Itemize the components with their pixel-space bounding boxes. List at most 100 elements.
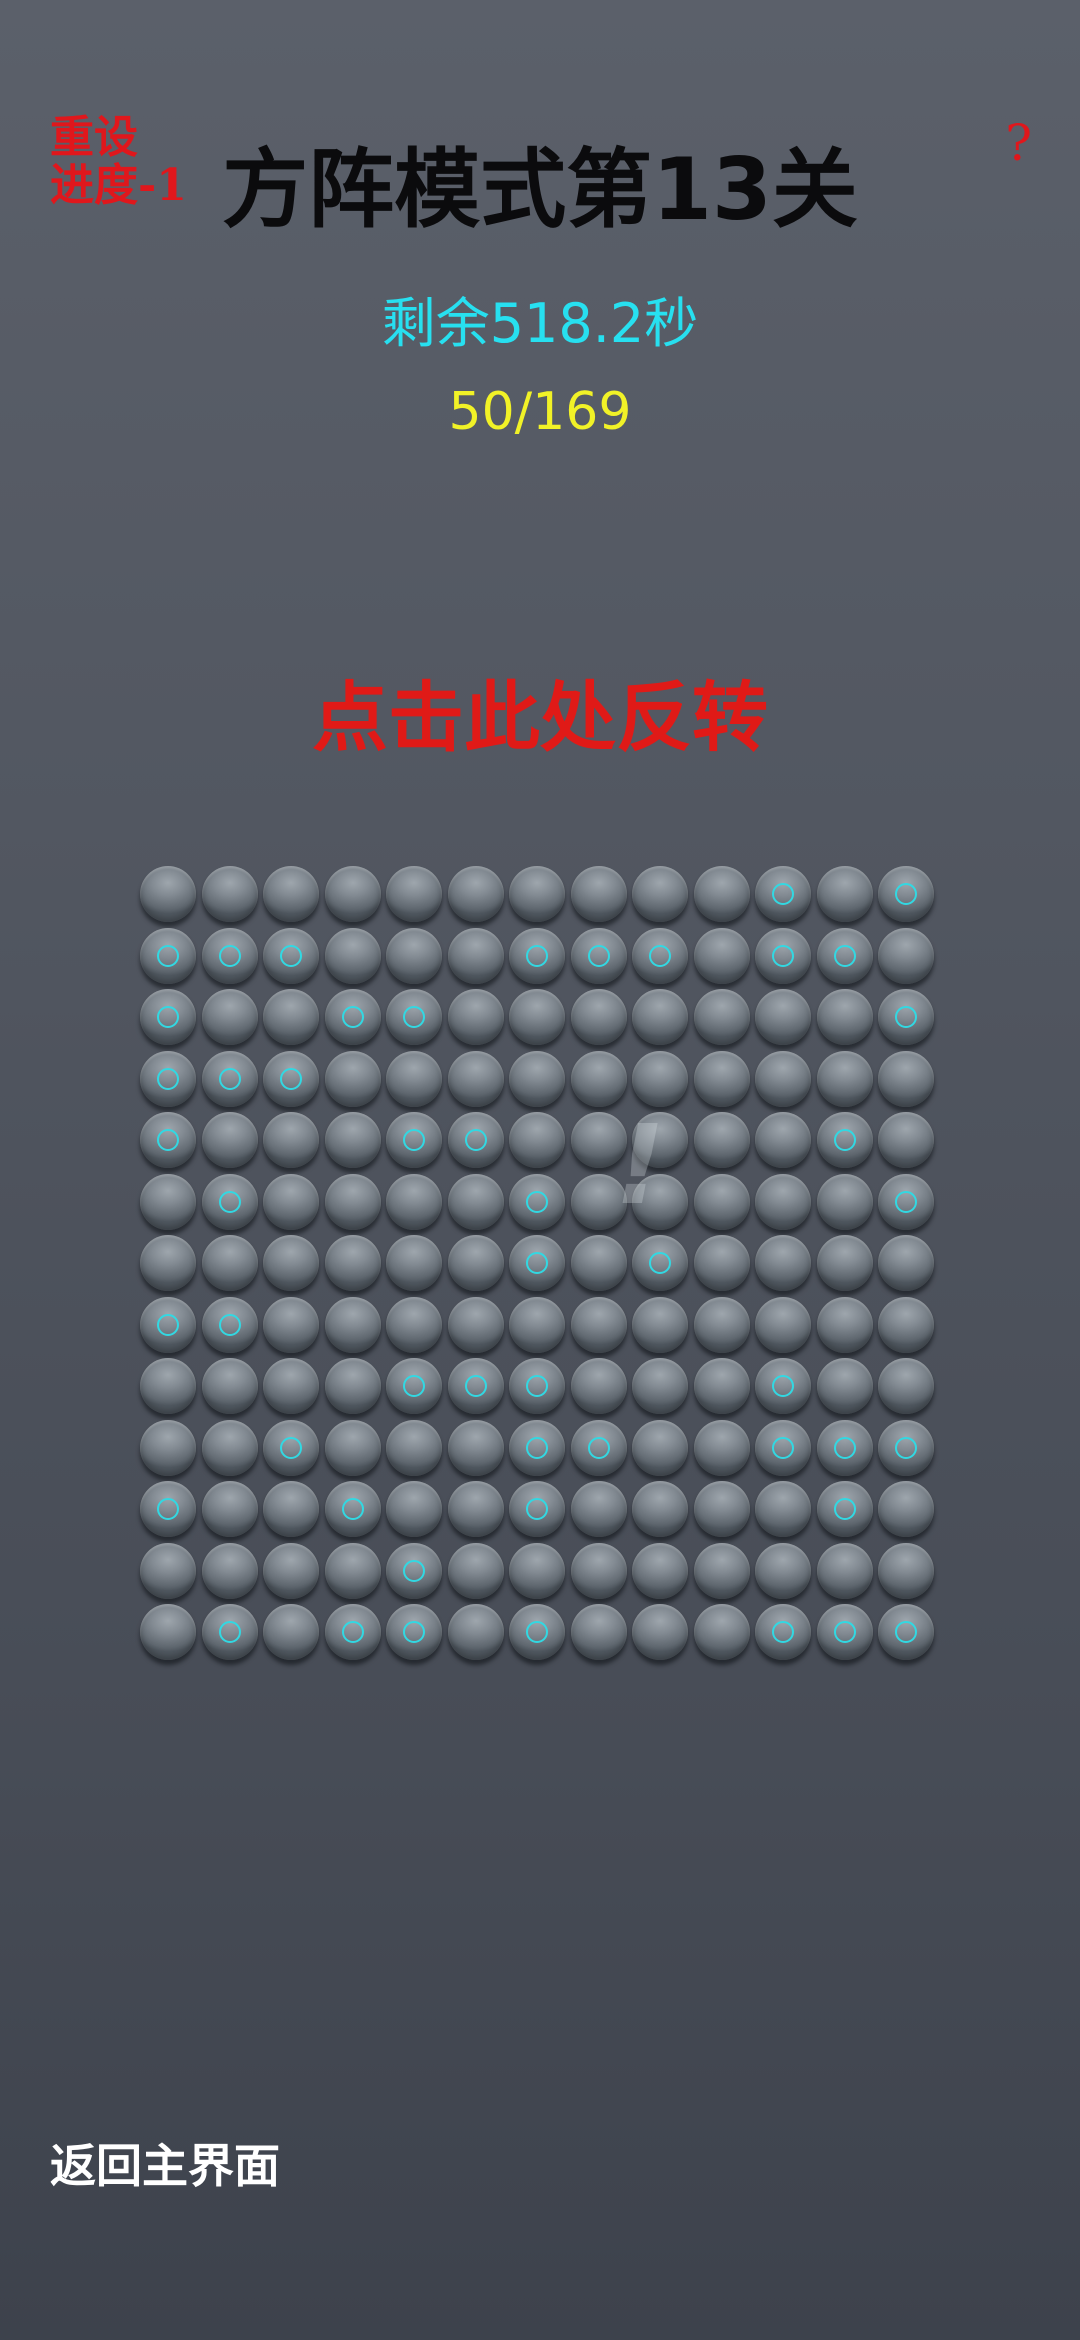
board-cell-on[interactable] [816, 927, 873, 984]
board-cell-on[interactable] [140, 1296, 196, 1353]
help-button[interactable]: ? [1005, 114, 1032, 172]
board-cell-on[interactable] [263, 927, 319, 984]
board-cell-off[interactable] [263, 1173, 319, 1230]
board-cell-off[interactable] [447, 1296, 504, 1353]
board-cell-on[interactable] [386, 989, 442, 1045]
board-cell-off[interactable] [140, 1235, 196, 1291]
board-cell-off[interactable] [509, 989, 565, 1045]
board-cell-off[interactable] [632, 989, 688, 1045]
board-cell-off[interactable] [693, 1358, 750, 1414]
board-cell-off[interactable] [570, 1296, 627, 1353]
board-cell-off[interactable] [140, 866, 196, 922]
board-cell-on[interactable] [447, 1112, 504, 1168]
board-cell-off[interactable] [632, 1112, 688, 1168]
board-cell-on[interactable] [201, 927, 258, 984]
board-cell-off[interactable] [447, 866, 504, 922]
board-cell-off[interactable] [878, 1481, 934, 1537]
board-cell-off[interactable] [878, 1112, 934, 1168]
board-cell-off[interactable] [324, 1419, 381, 1476]
board-cell-off[interactable] [878, 1050, 934, 1107]
board-cell-off[interactable] [570, 1542, 627, 1599]
board-cell-on[interactable] [632, 927, 688, 984]
board-cell-on[interactable] [570, 927, 627, 984]
board-cell-off[interactable] [140, 1542, 196, 1599]
board-cell-off[interactable] [447, 989, 504, 1045]
board-cell-off[interactable] [816, 1173, 873, 1230]
board-cell-off[interactable] [324, 1358, 381, 1414]
board-cell-off[interactable] [570, 1112, 627, 1168]
board-cell-off[interactable] [693, 1235, 750, 1291]
board-cell-on[interactable] [509, 1173, 565, 1230]
board-cell-off[interactable] [755, 1296, 811, 1353]
board-cell-off[interactable] [386, 866, 442, 922]
board-cell-off[interactable] [386, 1419, 442, 1476]
board-cell-on[interactable] [755, 866, 811, 922]
board-cell-on[interactable] [386, 1112, 442, 1168]
board-cell-off[interactable] [693, 866, 750, 922]
board-cell-on[interactable] [140, 1050, 196, 1107]
board-cell-off[interactable] [693, 989, 750, 1045]
board-cell-off[interactable] [447, 1050, 504, 1107]
board-cell-off[interactable] [816, 1235, 873, 1291]
board-cell-on[interactable] [878, 1604, 934, 1660]
board-cell-on[interactable] [509, 1419, 565, 1476]
board-cell-off[interactable] [140, 1358, 196, 1414]
board-cell-off[interactable] [570, 1604, 627, 1660]
board-cell-off[interactable] [324, 1296, 381, 1353]
board-cell-off[interactable] [816, 1358, 873, 1414]
board-cell-off[interactable] [693, 1050, 750, 1107]
board-cell-off[interactable] [570, 1358, 627, 1414]
board-cell-off[interactable] [263, 1235, 319, 1291]
board-cell-off[interactable] [324, 1173, 381, 1230]
board-cell-off[interactable] [816, 1542, 873, 1599]
board-cell-on[interactable] [816, 1419, 873, 1476]
board-cell-off[interactable] [570, 989, 627, 1045]
board-cell-off[interactable] [447, 1235, 504, 1291]
board-cell-off[interactable] [386, 927, 442, 984]
board-cell-off[interactable] [447, 927, 504, 984]
board-cell-off[interactable] [632, 1604, 688, 1660]
board-cell-on[interactable] [324, 1604, 381, 1660]
board-cell-off[interactable] [878, 1235, 934, 1291]
board-cell-on[interactable] [386, 1358, 442, 1414]
board-cell-off[interactable] [140, 1419, 196, 1476]
board-cell-on[interactable] [509, 927, 565, 984]
board-cell-off[interactable] [447, 1604, 504, 1660]
board-cell-off[interactable] [570, 1235, 627, 1291]
board-cell-on[interactable] [386, 1542, 442, 1599]
board-cell-off[interactable] [447, 1419, 504, 1476]
board-cell-off[interactable] [570, 866, 627, 922]
board-cell-off[interactable] [201, 1481, 258, 1537]
board-cell-on[interactable] [324, 1481, 381, 1537]
board-cell-on[interactable] [140, 927, 196, 984]
board-cell-on[interactable] [201, 1604, 258, 1660]
board-cell-off[interactable] [693, 1419, 750, 1476]
board-cell-off[interactable] [816, 1050, 873, 1107]
board-cell-off[interactable] [324, 1050, 381, 1107]
board-cell-off[interactable] [324, 1542, 381, 1599]
board-cell-off[interactable] [263, 1296, 319, 1353]
board-cell-on[interactable] [263, 1419, 319, 1476]
flip-button[interactable]: 点击此处反转 [240, 668, 840, 768]
board-cell-off[interactable] [447, 1481, 504, 1537]
board-cell-off[interactable] [693, 1604, 750, 1660]
board-cell-off[interactable] [386, 1050, 442, 1107]
board-cell-off[interactable] [755, 1173, 811, 1230]
board-cell-off[interactable] [201, 866, 258, 922]
board-cell-on[interactable] [816, 1112, 873, 1168]
board-cell-off[interactable] [263, 866, 319, 922]
board-cell-off[interactable] [570, 1481, 627, 1537]
board-cell-off[interactable] [755, 1112, 811, 1168]
board-cell-off[interactable] [140, 1604, 196, 1660]
board-cell-off[interactable] [201, 1235, 258, 1291]
board-cell-on[interactable] [140, 1481, 196, 1537]
board-cell-off[interactable] [201, 1542, 258, 1599]
board-cell-off[interactable] [755, 1050, 811, 1107]
board-cell-off[interactable] [509, 866, 565, 922]
board-cell-off[interactable] [755, 989, 811, 1045]
board-cell-on[interactable] [570, 1419, 627, 1476]
reset-progress-button[interactable]: 重设 进度-1 [50, 114, 220, 210]
board-cell-on[interactable] [201, 1173, 258, 1230]
board-cell-off[interactable] [263, 1542, 319, 1599]
board-cell-off[interactable] [693, 927, 750, 984]
